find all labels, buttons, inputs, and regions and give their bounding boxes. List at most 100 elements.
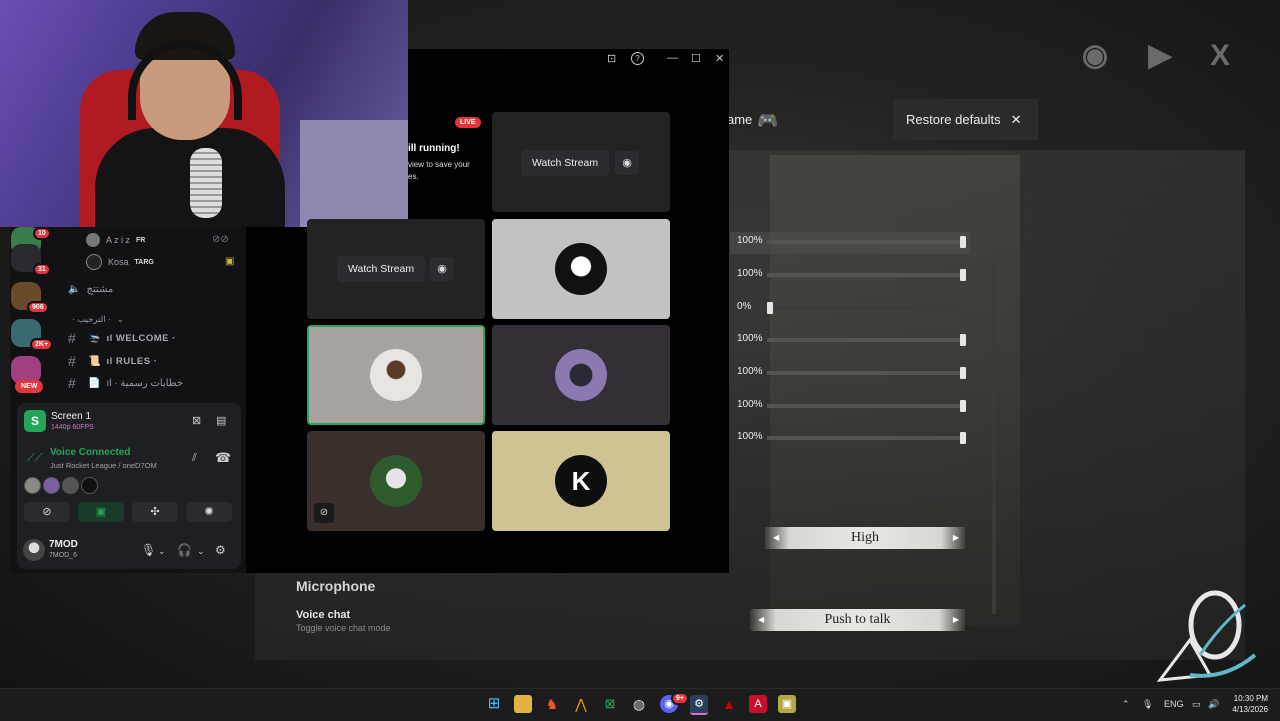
app-icon[interactable]: ▣ — [778, 695, 796, 713]
discord-social-icon[interactable]: ◉ — [1075, 38, 1115, 74]
preview-icon[interactable]: ◉ — [615, 151, 639, 175]
volume-icon[interactable]: 🔊 — [1208, 699, 1219, 710]
text-channel-speeches[interactable]: # 📄 ıl · خطابات رسمية — [68, 374, 183, 392]
channel-name: ıl · خطابات رسمية — [106, 377, 184, 389]
avatar[interactable] — [81, 477, 98, 494]
settings-scrollbar[interactable] — [992, 262, 996, 614]
avatar[interactable] — [62, 477, 79, 494]
slider-track[interactable] — [767, 334, 966, 346]
text-channel-rules[interactable]: # 📜 ıl RULES · — [68, 352, 157, 370]
noise-suppression-icon[interactable]: ⫽ — [192, 452, 197, 465]
slider-thumb[interactable] — [960, 432, 966, 444]
volume-slider[interactable]: 100% — [735, 366, 970, 380]
voice-user[interactable]: Kosa TARG — [86, 254, 154, 270]
language-indicator[interactable]: ENG — [1164, 699, 1184, 709]
slider-thumb[interactable] — [960, 236, 966, 248]
webcam-overlay — [0, 0, 408, 227]
participant-tile[interactable] — [492, 325, 670, 425]
arrow-right-icon[interactable]: ▶ — [953, 527, 959, 549]
activities-button[interactable]: ✣ — [132, 502, 178, 522]
avatar[interactable] — [43, 477, 60, 494]
participant-tile[interactable]: K — [492, 431, 670, 531]
minimize-icon[interactable]: — — [667, 52, 678, 64]
slider-fill — [767, 273, 963, 277]
participant-tile-speaking[interactable] — [307, 325, 485, 425]
disconnect-icon[interactable]: ☎ — [215, 450, 231, 466]
stream-settings-icon[interactable]: ▤ — [216, 414, 226, 427]
stop-stream-icon[interactable]: ⊠ — [192, 414, 201, 427]
slider-track[interactable] — [767, 236, 966, 248]
hash-icon: # — [68, 375, 76, 391]
excel-icon[interactable]: ⊠ — [601, 695, 619, 713]
volume-slider[interactable]: 100% — [735, 268, 970, 282]
restore-defaults-button[interactable]: Restore defaults ✕ — [893, 99, 1038, 140]
slider-thumb[interactable] — [960, 334, 966, 346]
game-icon[interactable]: ▲ — [720, 695, 738, 713]
voice-chat-selector[interactable]: ◀ Push to talk ▶ — [750, 609, 965, 631]
quality-selector[interactable]: ◀ High ▶ — [765, 527, 965, 549]
obs-icon[interactable]: ◍ — [630, 695, 648, 713]
slider-thumb[interactable] — [960, 367, 966, 379]
youtube-social-icon[interactable]: ▶ — [1140, 38, 1180, 74]
record-icon[interactable]: ⊡ — [607, 52, 616, 65]
slider-track[interactable] — [767, 269, 966, 281]
watch-stream-button[interactable]: Watch Stream — [521, 150, 610, 176]
text-channel-welcome[interactable]: # 🛬 ıl WELCOME · — [68, 329, 176, 347]
channel-category[interactable]: · الترحيب · ⌄ — [72, 310, 124, 328]
slider-thumb[interactable] — [960, 400, 966, 412]
slider-track[interactable] — [767, 432, 966, 444]
volume-slider[interactable]: 100% — [735, 333, 970, 347]
microphone-icon[interactable]: 🎙 — [1142, 699, 1153, 710]
brave-icon[interactable]: ♞ — [543, 695, 561, 713]
watch-stream-button[interactable]: Watch Stream — [337, 256, 426, 282]
clock[interactable]: 10:30 PM 4/13/2026 — [1228, 693, 1268, 715]
soundboard-button[interactable]: ✺ — [186, 502, 232, 522]
soundboard-icon: ✺ — [204, 506, 214, 518]
volume-slider[interactable]: 100% — [735, 399, 970, 413]
start-icon[interactable]: ⊞ — [485, 695, 503, 713]
help-icon[interactable]: ? — [631, 52, 644, 65]
slider-track[interactable] — [767, 302, 963, 314]
x-social-icon[interactable]: X — [1200, 38, 1240, 74]
slider-thumb[interactable] — [767, 302, 773, 314]
volume-slider[interactable]: 100% — [735, 431, 970, 445]
slider-thumb[interactable] — [960, 269, 966, 281]
chevron-down-icon[interactable]: ⌄ — [197, 546, 205, 557]
speaker-icon: 🔈 — [68, 283, 81, 295]
camera-off-button[interactable]: ⊘ — [24, 502, 70, 522]
chevron-down-icon[interactable]: ⌄ — [158, 546, 166, 557]
chevron-up-icon[interactable]: ⌃ — [1122, 699, 1130, 710]
app-icon[interactable]: A — [749, 695, 767, 713]
microphone-icon[interactable]: 🎙 — [141, 543, 156, 557]
user-avatar[interactable] — [23, 539, 45, 561]
still-running-title: ill running! — [408, 143, 460, 154]
muted-icon: ⊘ — [314, 503, 334, 523]
file-explorer-icon[interactable] — [514, 695, 532, 713]
stream-title: Screen 1 — [51, 411, 92, 422]
avatar[interactable] — [24, 477, 41, 494]
close-icon[interactable]: ✕ — [715, 52, 724, 65]
signal-icon[interactable]: ⟋⟋ — [27, 452, 42, 465]
slider-track[interactable] — [767, 367, 966, 379]
maximize-icon[interactable]: ☐ — [691, 52, 701, 65]
arrow-left-icon[interactable]: ◀ — [773, 527, 779, 549]
slider-track[interactable] — [767, 400, 966, 412]
arrow-right-icon[interactable]: ▶ — [953, 609, 959, 631]
participant-tile[interactable] — [492, 219, 670, 319]
voice-user[interactable]: A z i z FR — [86, 232, 145, 248]
headphones-icon[interactable]: 🎧 — [177, 543, 192, 557]
screen-share-button[interactable]: ▣ — [78, 502, 124, 522]
emoji-icon: 🛬 — [88, 332, 101, 344]
voice-channel[interactable]: 🔈 مشتتج — [68, 280, 113, 298]
slider-fill — [767, 436, 963, 440]
app-icon[interactable]: ⋀ — [572, 695, 590, 713]
slider-fill — [767, 338, 963, 342]
gear-icon[interactable]: ⚙ — [215, 543, 226, 557]
steam-icon[interactable]: ⚙ — [690, 695, 708, 715]
network-icon[interactable]: ▭ — [1192, 699, 1201, 710]
volume-slider[interactable]: 100% — [735, 235, 970, 249]
slider-value: 100% — [737, 268, 763, 279]
preview-icon[interactable]: ◉ — [430, 257, 454, 281]
arrow-left-icon[interactable]: ◀ — [758, 609, 764, 631]
volume-slider[interactable]: 0% — [735, 301, 970, 315]
